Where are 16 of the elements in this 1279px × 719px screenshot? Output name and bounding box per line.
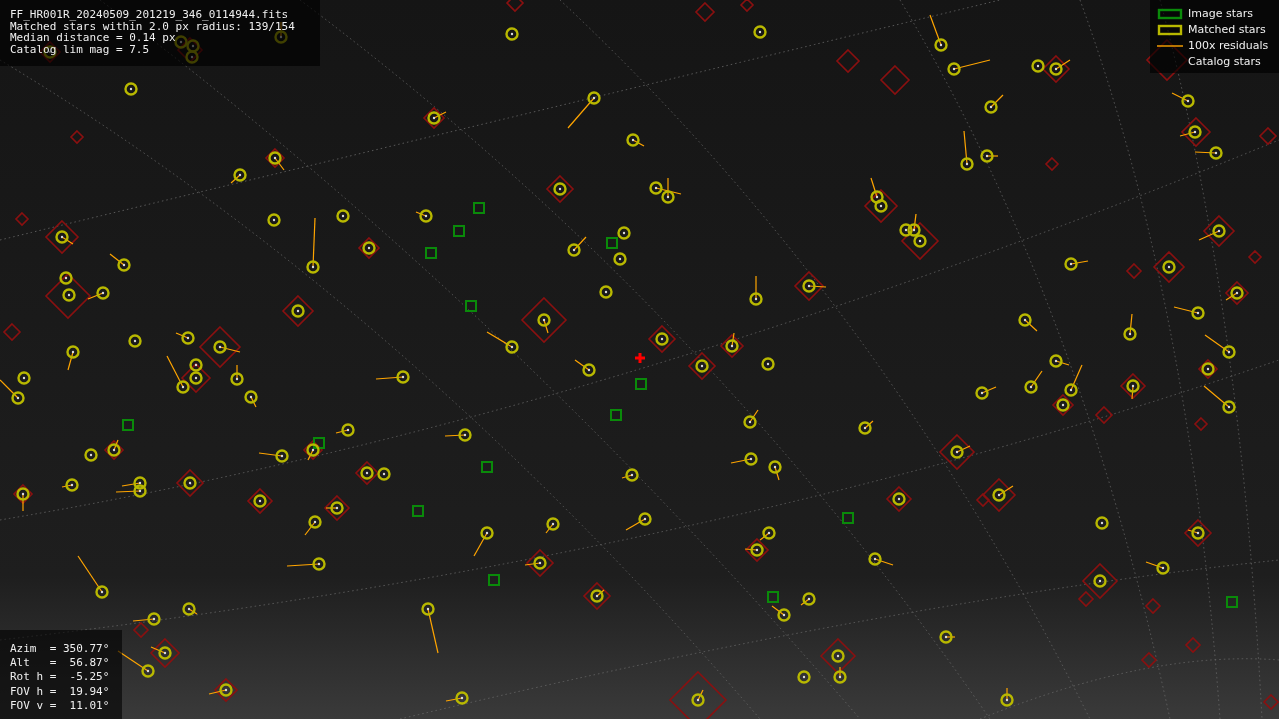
legend-line-icon — [1156, 44, 1184, 47]
info-text: Median distance = 0.14 px — [10, 32, 176, 44]
pointing-text: FOV v = 11.01° — [10, 698, 111, 713]
info-text: Catalog lim mag = 7.5 — [10, 43, 151, 55]
legend-matched-icon — [1157, 24, 1183, 35]
info-text: Matched stars within 2.0 px radius: 139/154 — [10, 20, 296, 32]
pointing-text: Rot h = -5.25° — [10, 670, 111, 685]
pointing-text: FOV h = 19.94° — [10, 684, 111, 699]
pointing-text: Alt = 56.87° — [10, 656, 111, 671]
legend-label: 100x residuals — [1188, 39, 1269, 52]
pointing-text: Azim = 350.77° — [10, 642, 111, 657]
legend-label: Matched stars — [1188, 23, 1266, 36]
info-text: FF_HR001R_20240509_201219_346_0114944.fits — [10, 9, 290, 21]
legend-image-icon — [1157, 8, 1183, 19]
legend-label: Image stars — [1188, 7, 1253, 20]
legend-label: Catalog stars — [1188, 55, 1261, 68]
